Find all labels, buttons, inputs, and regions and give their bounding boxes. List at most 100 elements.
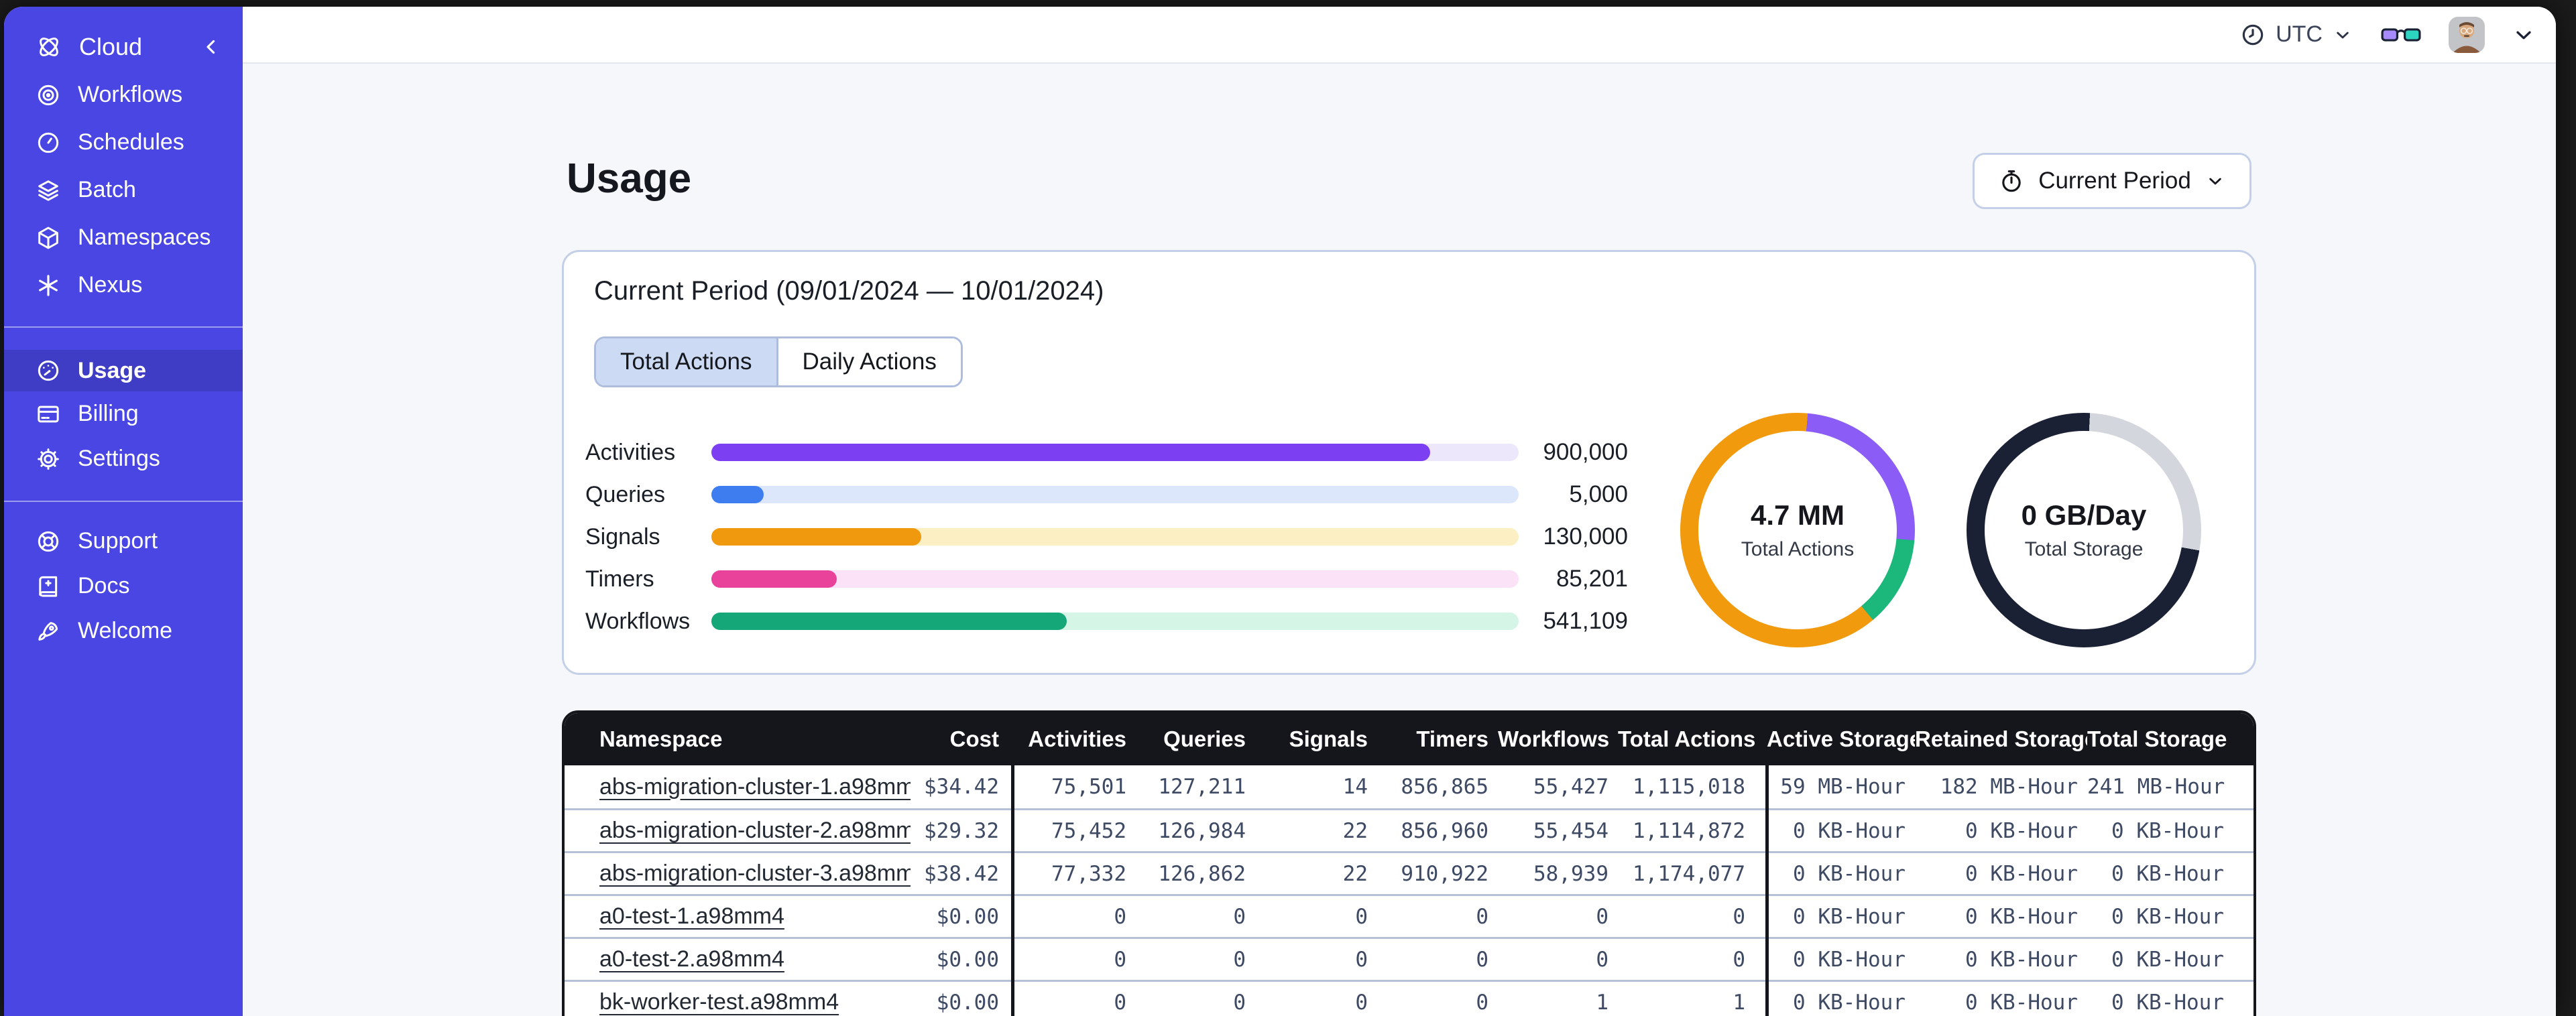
column-header: Total Actions — [1618, 726, 1756, 751]
timezone-selector[interactable]: UTC — [2239, 21, 2353, 48]
namespace-link[interactable]: a0-test-1.a98mm4 — [599, 903, 784, 929]
total-actions-cell: 0 — [1733, 947, 1745, 972]
namespace-link[interactable]: a0-test-2.a98mm4 — [599, 946, 784, 972]
sidebar-item-label: Usage — [78, 357, 147, 383]
sidebar-item-batch[interactable]: Batch — [4, 166, 243, 214]
bar-track — [711, 570, 1519, 588]
docs-icon — [35, 573, 62, 600]
bar-track — [711, 613, 1519, 630]
namespace-link[interactable]: bk-worker-test.a98mm4 — [599, 989, 839, 1015]
sidebar-item-label: Workflows — [78, 82, 183, 107]
cost-cell: $0.00 — [936, 947, 999, 972]
signals-cell: 0 — [1355, 904, 1368, 929]
workflows-icon — [35, 82, 62, 109]
sidebar-collapse-button[interactable] — [200, 36, 223, 58]
sidebar-item-settings[interactable]: Settings — [4, 436, 243, 481]
sidebar-item-docs[interactable]: Docs — [4, 564, 243, 609]
queries-cell: 127,211 — [1158, 775, 1246, 799]
namespace-cell: a0-test-1.a98mm4 — [565, 903, 911, 930]
namespace-cell: abs-migration-cluster-2.a98mm4 — [565, 818, 911, 844]
sidebar-item-namespaces[interactable]: Namespaces — [4, 214, 243, 261]
sidebar-item-label: Welcome — [78, 618, 173, 643]
bar-row: Queries 5,000 — [585, 483, 1628, 506]
user-avatar[interactable] — [2449, 16, 2485, 53]
signals-cell: 0 — [1355, 947, 1368, 972]
sidebar-item-schedules[interactable]: Schedules — [4, 119, 243, 166]
column-header: Retained Storage — [1915, 726, 2087, 751]
bar-label: Workflows — [585, 609, 691, 634]
sidebar-item-label: Nexus — [78, 272, 143, 298]
namespace-link[interactable]: abs-migration-cluster-2.a98mm4 — [599, 818, 911, 843]
brand: Cloud — [4, 27, 243, 67]
nexus-icon — [35, 272, 62, 299]
tab-total-actions[interactable]: Total Actions — [596, 338, 776, 385]
sidebar-item-support[interactable]: Support — [4, 519, 243, 564]
namespace-link[interactable]: abs-migration-cluster-1.a98mm4 — [599, 774, 911, 800]
column-header: Total Storage — [2087, 726, 2227, 751]
account-menu-chevron[interactable] — [2512, 23, 2536, 47]
table-row: abs-migration-cluster-1.a98mm4 $34.42 75,5… — [565, 765, 2253, 808]
cost-cell: $0.00 — [936, 904, 999, 929]
workflows-cell: 58,939 — [1533, 861, 1608, 886]
sidebar-item-workflows[interactable]: Workflows — [4, 71, 243, 119]
bar-label: Activities — [585, 440, 676, 465]
retained-storage-cell: 182 MB-Hour — [1940, 775, 2078, 799]
sidebar-nav-account: Usage Billing Settings — [4, 350, 243, 481]
bar-fill — [711, 486, 764, 503]
table-row: a0-test-1.a98mm4 $0.00 0 0 0 0 0 0 0 KB-Hour 0 KB… — [565, 894, 2253, 937]
cost-cell: $0.00 — [936, 990, 999, 1015]
cost-cell: $38.42 — [924, 861, 999, 886]
signals-cell: 0 — [1355, 990, 1368, 1015]
total-storage-cell: 0 KB-Hour — [2111, 947, 2224, 972]
activities-cell: 0 — [1114, 904, 1126, 929]
sidebar-item-welcome[interactable]: Welcome — [4, 609, 243, 653]
column-header: Namespace — [599, 726, 723, 751]
sidebar-item-billing[interactable]: Billing — [4, 391, 243, 436]
usage-summary-card: Current Period (09/01/2024 — 10/01/2024)… — [562, 250, 2256, 675]
total-storage-cell: 0 KB-Hour — [2111, 990, 2224, 1015]
activities-cell: 75,501 — [1051, 775, 1126, 799]
workflows-cell: 0 — [1596, 947, 1608, 972]
tab-daily-actions[interactable]: Daily Actions — [776, 338, 961, 385]
bar-row: Timers 85,201 — [585, 566, 1628, 592]
sidebar-item-usage[interactable]: Usage — [4, 350, 243, 391]
bar-fill — [711, 444, 1430, 461]
signals-cell: 22 — [1342, 861, 1368, 886]
workflows-cell: 1 — [1596, 990, 1608, 1015]
sidebar-item-nexus[interactable]: Nexus — [4, 261, 243, 309]
donut-center: 0 GB/Day Total Storage — [1985, 431, 2183, 629]
sidebar-item-label: Schedules — [78, 129, 184, 155]
bar-fill — [711, 570, 837, 588]
glasses-icon[interactable] — [2380, 23, 2422, 46]
queries-cell: 0 — [1233, 947, 1246, 972]
period-selector-label: Current Period — [2038, 168, 2191, 194]
active-storage-cell: 0 KB-Hour — [1793, 861, 1906, 886]
bar-value: 85,201 — [1556, 566, 1628, 592]
clock-icon — [2239, 21, 2266, 48]
table-header-row: Namespace Cost Activities Queries Signals Tim… — [565, 713, 2253, 765]
queries-cell: 126,862 — [1158, 861, 1246, 886]
total-storage-cell: 0 KB-Hour — [2111, 861, 2224, 886]
active-storage-cell: 0 KB-Hour — [1793, 947, 1906, 972]
total-actions-cell: 1,114,872 — [1633, 818, 1745, 843]
bar-label: Queries — [585, 482, 666, 507]
workflows-cell: 0 — [1596, 904, 1608, 929]
period-selector-button[interactable]: Current Period — [1973, 153, 2251, 209]
timers-cell: 0 — [1476, 947, 1488, 972]
signals-cell: 14 — [1342, 775, 1368, 799]
sidebar: Cloud Workflows Schedules Batch Namespac… — [4, 7, 243, 1016]
usage-icon — [35, 357, 62, 384]
total-actions-cell: 1 — [1733, 990, 1745, 1015]
desktop-background: Cloud Workflows Schedules Batch Namespac… — [0, 0, 2576, 1016]
retained-storage-cell: 0 KB-Hour — [1965, 904, 2078, 929]
namespace-link[interactable]: abs-migration-cluster-3.a98mm4 — [599, 861, 911, 886]
chevron-down-icon — [2205, 170, 2226, 192]
queries-cell: 126,984 — [1158, 818, 1246, 843]
bar-value: 130,000 — [1543, 523, 1628, 550]
sidebar-item-label: Support — [78, 528, 158, 554]
bar-track — [711, 444, 1519, 461]
bar-row: Signals 130,000 — [585, 525, 1628, 548]
column-header: Timers — [1416, 726, 1488, 751]
total-actions-cell: 0 — [1733, 904, 1745, 929]
active-storage-cell: 0 KB-Hour — [1793, 990, 1906, 1015]
